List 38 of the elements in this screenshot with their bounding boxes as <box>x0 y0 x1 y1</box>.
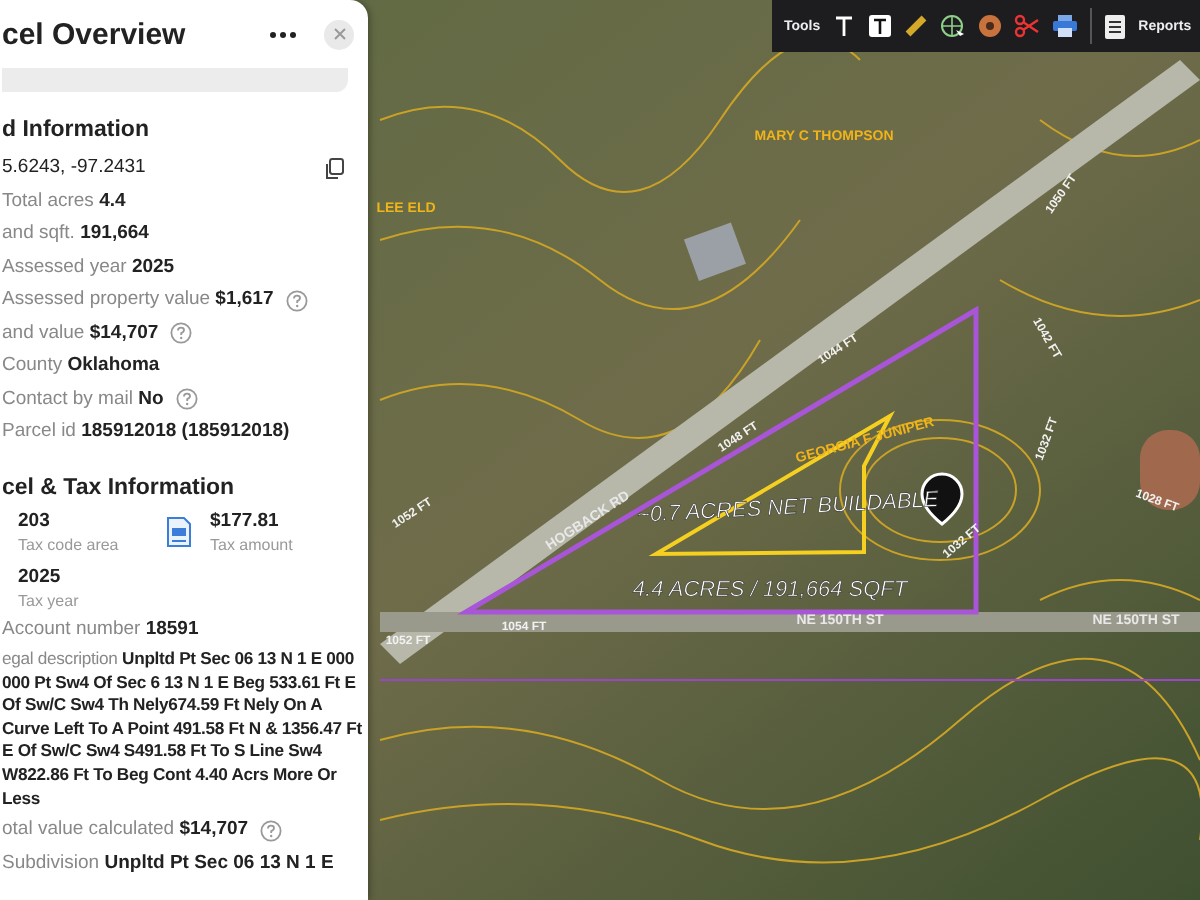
field-text: Assessed year 2025 <box>2 253 175 281</box>
field-text: County Oklahoma <box>2 352 160 380</box>
parcel-boundary[interactable] <box>456 305 979 615</box>
area-label: 4.4 ACRES / 191,664 SQFT <box>632 578 908 602</box>
coordinates-text: 5.6243, -97.2431 <box>2 154 148 182</box>
ruler-icon[interactable] <box>904 14 929 38</box>
help-icon[interactable] <box>175 388 198 411</box>
field-text: Total acres 4.4 <box>2 187 126 215</box>
target-icon[interactable] <box>978 14 1003 38</box>
stat-text: 2025 Tax year <box>18 565 81 609</box>
text-box-icon[interactable] <box>868 14 893 38</box>
section-heading: cel & Tax Information <box>2 475 237 499</box>
stat-text: 203 Tax code area <box>18 509 121 553</box>
help-icon[interactable] <box>285 289 308 312</box>
field-text: Subdivision Unpltd Pt Sec 06 13 N 1 E <box>2 849 334 878</box>
area-label: ~0.7 ACRES NET BUILDABLE <box>636 488 939 528</box>
globe-cursor-icon[interactable] <box>940 13 967 39</box>
field-text: Contact by mail No <box>2 385 164 413</box>
field-text: and value $14,707 <box>2 319 159 347</box>
close-icon <box>333 28 345 40</box>
close-button[interactable] <box>324 19 354 49</box>
field-text: and sqft. 191,664 <box>2 220 149 248</box>
panel-title: cel Overview <box>2 17 188 51</box>
field-text: egal description Unpltd Pt Sec 06 13 N 1 E 000 000 Pt Sw4 Of Sec 6 13 N 1 E Beg 533.61 Ft E Of Sw/C Sw4 Th Nely674.59 Ft Nely On A Curve Left To A Point 491.58 Ft N & 1356.47 Ft E Of Sw/C Sw4 S491.58 Ft To S Line Sw4 W822.86 Ft To Beg Cont 4.40 Acrs More Or Less <box>2 646 364 812</box>
copy-icon[interactable] <box>324 157 344 180</box>
scissors-icon[interactable] <box>1014 14 1041 38</box>
tax-document-icon <box>166 515 192 547</box>
help-icon[interactable] <box>170 322 193 345</box>
field-text: Parcel id 185912018 (185912018) <box>2 418 290 446</box>
stat-text: $177.81 Tax amount <box>210 509 295 553</box>
help-icon[interactable] <box>260 819 283 842</box>
document-icon[interactable] <box>1104 13 1127 39</box>
section-heading: d Information <box>2 118 151 142</box>
text-tool-icon[interactable] <box>832 14 857 38</box>
field-text: otal value calculated $14,707 <box>2 816 249 845</box>
printer-icon[interactable] <box>1052 14 1079 38</box>
field-text: Assessed property value $1,617 <box>2 286 274 314</box>
field-text: Account number 18591 <box>2 615 199 643</box>
